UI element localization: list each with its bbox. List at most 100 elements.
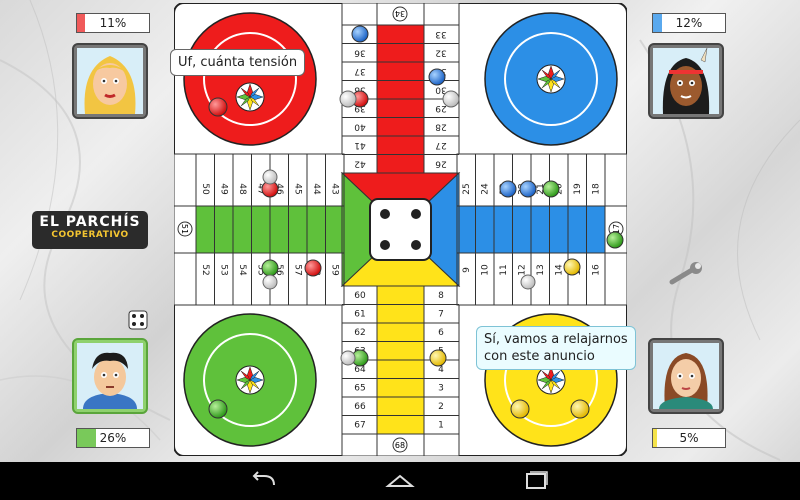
safe-51: 51: [177, 221, 193, 237]
yellow-progress-bar: 5%: [652, 428, 726, 448]
square-number: 28: [435, 121, 447, 131]
red-rosette-icon: [235, 82, 265, 112]
blue-progress-bar: 12%: [652, 13, 726, 33]
svg-text:68: 68: [395, 441, 405, 450]
svg-text:51: 51: [180, 224, 189, 234]
blue-piece[interactable]: [428, 68, 446, 86]
man-avatar: [77, 343, 143, 409]
yellow-piece[interactable]: [563, 258, 581, 276]
ghost-piece: [340, 350, 356, 366]
right-track: [456, 153, 627, 306]
square-number: 37: [354, 66, 365, 76]
red-player-avatar: [72, 43, 148, 119]
square-number: 66: [354, 402, 366, 412]
square-number: 57: [292, 264, 302, 275]
square-number: 33: [435, 29, 446, 39]
red-progress-label: 11%: [99, 16, 127, 30]
yellow-piece[interactable]: [429, 349, 447, 367]
red-piece[interactable]: [208, 97, 228, 117]
square-number: 13: [536, 264, 546, 275]
square-number: 32: [435, 47, 446, 57]
yellow-player-avatar: [648, 338, 724, 414]
yellow-speech-line1: Sí, vamos a relajarnos: [484, 332, 628, 347]
green-piece[interactable]: [208, 399, 228, 419]
square-number: 65: [354, 383, 365, 393]
ghost-piece: [262, 274, 278, 290]
safe-68: 68: [392, 437, 408, 453]
game-logo: EL PARCHÍS COOPERATIVO: [32, 211, 148, 249]
svg-text:34: 34: [395, 9, 405, 18]
square-number: 54: [237, 264, 247, 276]
square-number: 16: [591, 264, 601, 276]
square-number: 59: [329, 264, 339, 276]
green-progress-label: 26%: [99, 431, 127, 445]
square-number: 44: [311, 183, 321, 195]
red-home: [183, 12, 317, 146]
red-piece[interactable]: [304, 259, 322, 277]
square-number: 50: [200, 183, 210, 195]
yellow-progress-fill: [653, 429, 657, 447]
green-progress-fill: [77, 429, 96, 447]
square-number: 42: [354, 158, 365, 168]
main-die[interactable]: [369, 198, 432, 261]
yellow-rosette-icon: [536, 365, 566, 395]
blue-player-avatar: [648, 43, 724, 119]
red-progress-bar: 11%: [76, 13, 150, 33]
blue-rosette-icon: [536, 64, 566, 94]
ghost-piece: [442, 90, 460, 108]
red-progress-fill: [77, 14, 85, 32]
yellow-progress-label: 5%: [679, 431, 699, 445]
square-number: 36: [354, 47, 366, 57]
square-number: 48: [237, 183, 247, 195]
square-number: 8: [438, 291, 444, 301]
square-number: 18: [591, 183, 601, 195]
square-number: 61: [354, 309, 365, 319]
yellow-piece[interactable]: [570, 399, 590, 419]
square-number: 24: [480, 183, 490, 195]
ghost-piece: [262, 169, 278, 185]
square-number: 43: [329, 183, 339, 194]
square-number: 45: [292, 183, 302, 194]
blue-piece[interactable]: [499, 180, 517, 198]
green-player-avatar: [72, 338, 148, 414]
square-number: 25: [462, 183, 472, 194]
recent-apps-icon[interactable]: [516, 470, 556, 492]
green-rosette-icon: [235, 365, 265, 395]
square-number: 2: [438, 402, 444, 412]
square-number: 67: [354, 420, 365, 430]
green-piece[interactable]: [542, 180, 560, 198]
square-number: 11: [499, 264, 509, 275]
square-number: 26: [435, 158, 447, 168]
system-navigation-bar: [0, 462, 800, 500]
yellow-speech-line2: con este anuncio: [484, 349, 595, 364]
square-number: 41: [354, 140, 365, 150]
red-speech-bubble: Uf, cuánta tensión: [170, 49, 306, 76]
square-number: 53: [218, 264, 228, 275]
blonde-woman-avatar: [77, 48, 143, 114]
native-man-avatar: [653, 48, 719, 114]
woman-avatar: [653, 343, 719, 409]
green-progress-bar: 26%: [76, 428, 150, 448]
small-die-icon[interactable]: [128, 310, 148, 330]
square-number: 52: [200, 264, 210, 275]
back-icon[interactable]: [244, 470, 284, 492]
logo-title: EL PARCHÍS: [39, 214, 141, 230]
square-number: 14: [554, 264, 564, 276]
home-icon[interactable]: [380, 470, 420, 492]
square-number: 60: [354, 291, 366, 301]
logo-subtitle: COOPERATIVO: [51, 230, 129, 240]
square-number: 7: [438, 309, 444, 319]
square-number: 3: [438, 383, 444, 393]
square-number: 62: [354, 328, 365, 338]
left-track: [174, 153, 345, 306]
blue-piece[interactable]: [519, 180, 537, 198]
green-piece[interactable]: [261, 259, 279, 277]
green-piece[interactable]: [606, 231, 624, 249]
blue-progress-label: 12%: [675, 16, 703, 30]
ghost-piece: [339, 90, 357, 108]
square-number: 40: [354, 121, 366, 131]
wrench-icon[interactable]: [668, 262, 708, 288]
yellow-speech-bubble: Sí, vamos a relajarnos con este anuncio: [476, 326, 636, 370]
yellow-piece[interactable]: [510, 399, 530, 419]
blue-piece[interactable]: [351, 25, 369, 43]
